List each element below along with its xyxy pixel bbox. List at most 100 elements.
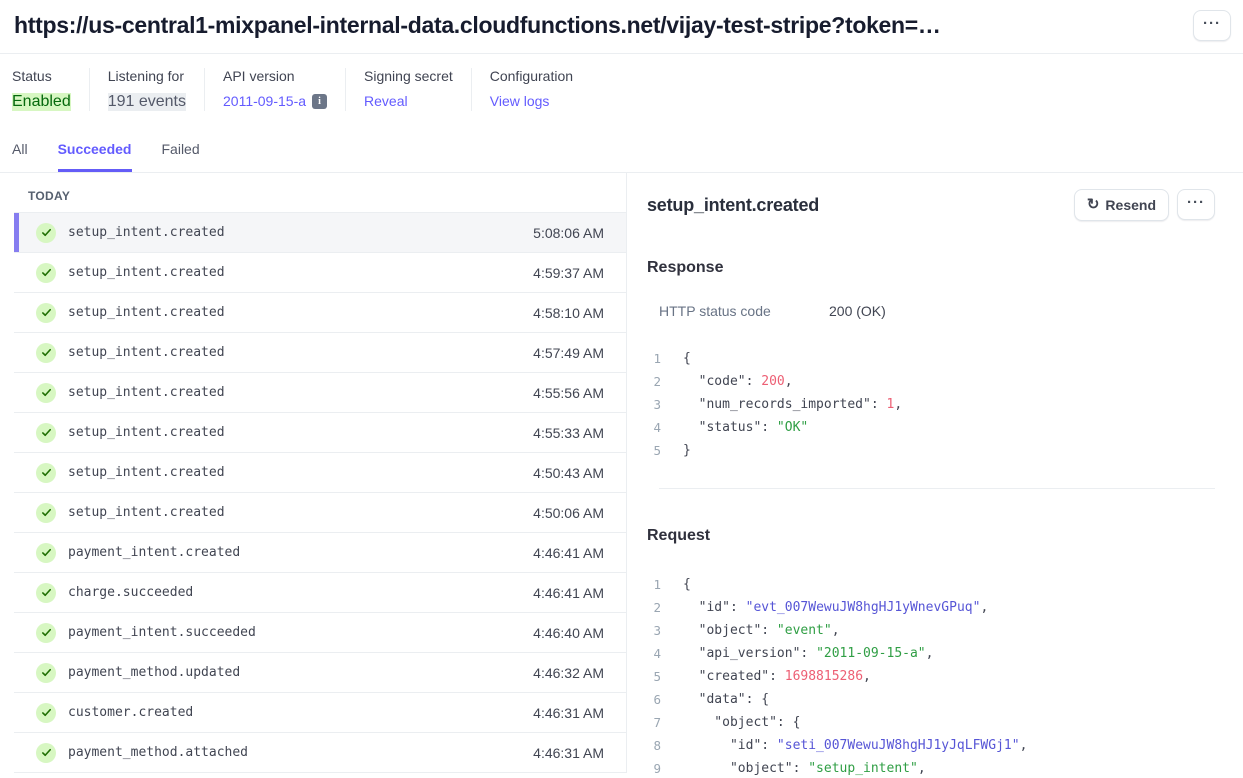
meta-value-configuration[interactable]: View logs (490, 93, 550, 109)
code-token: , (918, 761, 926, 776)
code-line: 4 "api_version": "2011-09-15-a", (647, 642, 1215, 665)
event-row[interactable]: customer.created 4:46:31 AM (14, 693, 626, 733)
event-name: setup_intent.created (68, 505, 533, 520)
resend-icon: ↻ (1087, 197, 1100, 212)
event-row[interactable]: setup_intent.created 4:55:33 AM (14, 413, 626, 453)
meta-label: API version (223, 68, 327, 84)
event-row[interactable]: setup_intent.created 4:57:49 AM (14, 333, 626, 373)
code-token: { (683, 351, 691, 366)
event-row[interactable]: charge.succeeded 4:46:41 AM (14, 573, 626, 613)
meta-item: API version 2011-09-15-a i (204, 68, 345, 111)
code-line: 9 "object": "setup_intent", (647, 757, 1215, 778)
code-line: 5} (647, 439, 1215, 462)
resend-button-label: Resend (1105, 197, 1156, 213)
header-overflow-button[interactable]: ··· (1193, 10, 1231, 41)
meta-value-api-version[interactable]: 2011-09-15-a (223, 93, 306, 109)
code-token: "object": { (683, 715, 800, 730)
tab-succeeded[interactable]: Succeeded (58, 141, 132, 172)
check-success-icon (36, 423, 56, 443)
http-status-value: 200 (OK) (829, 303, 886, 319)
line-number: 4 (647, 416, 661, 439)
code-line: 8 "id": "seti_007WewuJW8hgHJ1yJqLFWGj1", (647, 734, 1215, 757)
meta-value-listening-for: 191 events (108, 93, 186, 111)
code-line: 1{ (647, 573, 1215, 596)
code-line: 7 "object": { (647, 711, 1215, 734)
code-line: 3 "num_records_imported": 1, (647, 393, 1215, 416)
meta-item: Listening for 191 events (89, 68, 204, 111)
meta-item: Configuration View logs (471, 68, 591, 111)
line-number: 8 (647, 734, 661, 757)
event-row[interactable]: setup_intent.created 4:58:10 AM (14, 293, 626, 333)
event-row[interactable]: payment_intent.created 4:46:41 AM (14, 533, 626, 573)
event-name: payment_intent.created (68, 545, 533, 560)
resend-button[interactable]: ↻ Resend (1074, 189, 1169, 221)
meta-value-signing-secret[interactable]: Reveal (364, 93, 408, 109)
code-token: "setup_intent" (808, 761, 918, 776)
line-number: 1 (647, 573, 661, 596)
section-divider (659, 488, 1215, 489)
request-code-block: 1{2 "id": "evt_007WewuJW8hgHJ1yWnevGPuq"… (647, 573, 1215, 778)
code-token: "data": { (683, 692, 769, 707)
code-token: "api_version": (683, 646, 816, 661)
check-success-icon (36, 303, 56, 323)
code-line: 2 "code": 200, (647, 370, 1215, 393)
code-token: 200 (761, 374, 784, 389)
event-row[interactable]: setup_intent.created 4:50:06 AM (14, 493, 626, 533)
code-line: 5 "created": 1698815286, (647, 665, 1215, 688)
tab-failed[interactable]: Failed (162, 141, 200, 172)
code-token: , (926, 646, 934, 661)
code-line: 6 "data": { (647, 688, 1215, 711)
event-row[interactable]: payment_method.attached 4:46:31 AM (14, 733, 626, 773)
check-success-icon (36, 583, 56, 603)
code-id-link[interactable]: "evt_007WewuJW8hgHJ1yWnevGPuq" (746, 600, 981, 615)
event-name: setup_intent.created (68, 305, 533, 320)
event-row[interactable]: setup_intent.created 4:59:37 AM (14, 253, 626, 293)
event-name: payment_method.updated (68, 665, 533, 680)
http-status-label: HTTP status code (659, 303, 829, 319)
code-token: "code": (683, 374, 761, 389)
event-row[interactable]: setup_intent.created 5:08:06 AM (14, 213, 626, 253)
event-list: TODAY setup_intent.created 5:08:06 AM se… (0, 173, 627, 773)
ellipsis-icon: ··· (1187, 195, 1205, 210)
endpoint-meta-row: Status Enabled Listening for 191 events … (0, 54, 1243, 127)
event-row[interactable]: setup_intent.created 4:55:56 AM (14, 373, 626, 413)
check-success-icon (36, 743, 56, 763)
endpoint-header: https://us-central1-mixpanel-internal-da… (0, 0, 1243, 54)
check-success-icon (36, 703, 56, 723)
check-success-icon (36, 343, 56, 363)
event-row[interactable]: payment_intent.succeeded 4:46:40 AM (14, 613, 626, 653)
code-token: "id": (683, 600, 746, 615)
event-name: setup_intent.created (68, 225, 533, 240)
line-number: 2 (647, 596, 661, 619)
event-time: 4:55:33 AM (533, 425, 604, 441)
event-time: 4:59:37 AM (533, 265, 604, 281)
check-success-icon (36, 503, 56, 523)
response-code-block: 1{2 "code": 200,3 "num_records_imported"… (647, 347, 1215, 462)
line-number: 3 (647, 393, 661, 416)
meta-label: Configuration (490, 68, 573, 84)
event-row[interactable]: payment_method.updated 4:46:32 AM (14, 653, 626, 693)
event-row[interactable]: setup_intent.created 4:50:43 AM (14, 453, 626, 493)
code-id-link[interactable]: "seti_007WewuJW8hgHJ1yJqLFWGj1" (777, 738, 1020, 753)
tab-all[interactable]: All (12, 141, 28, 172)
event-group-header: TODAY (14, 181, 626, 213)
event-time: 4:46:32 AM (533, 665, 604, 681)
event-time: 4:50:43 AM (533, 465, 604, 481)
code-token: "id": (683, 738, 777, 753)
event-name: setup_intent.created (68, 385, 533, 400)
check-success-icon (36, 223, 56, 243)
line-number: 3 (647, 619, 661, 642)
code-token: , (785, 374, 793, 389)
code-line: 2 "id": "evt_007WewuJW8hgHJ1yWnevGPuq", (647, 596, 1215, 619)
event-time: 4:46:31 AM (533, 705, 604, 721)
event-time: 4:57:49 AM (533, 345, 604, 361)
code-line: 1{ (647, 347, 1215, 370)
info-icon[interactable]: i (312, 94, 327, 109)
code-token: 1698815286 (785, 669, 863, 684)
event-detail-panel: setup_intent.created ↻ Resend ··· Respon… (627, 173, 1243, 773)
line-number: 4 (647, 642, 661, 665)
line-number: 5 (647, 665, 661, 688)
code-token: , (894, 397, 902, 412)
line-number: 5 (647, 439, 661, 462)
detail-overflow-button[interactable]: ··· (1177, 189, 1215, 220)
